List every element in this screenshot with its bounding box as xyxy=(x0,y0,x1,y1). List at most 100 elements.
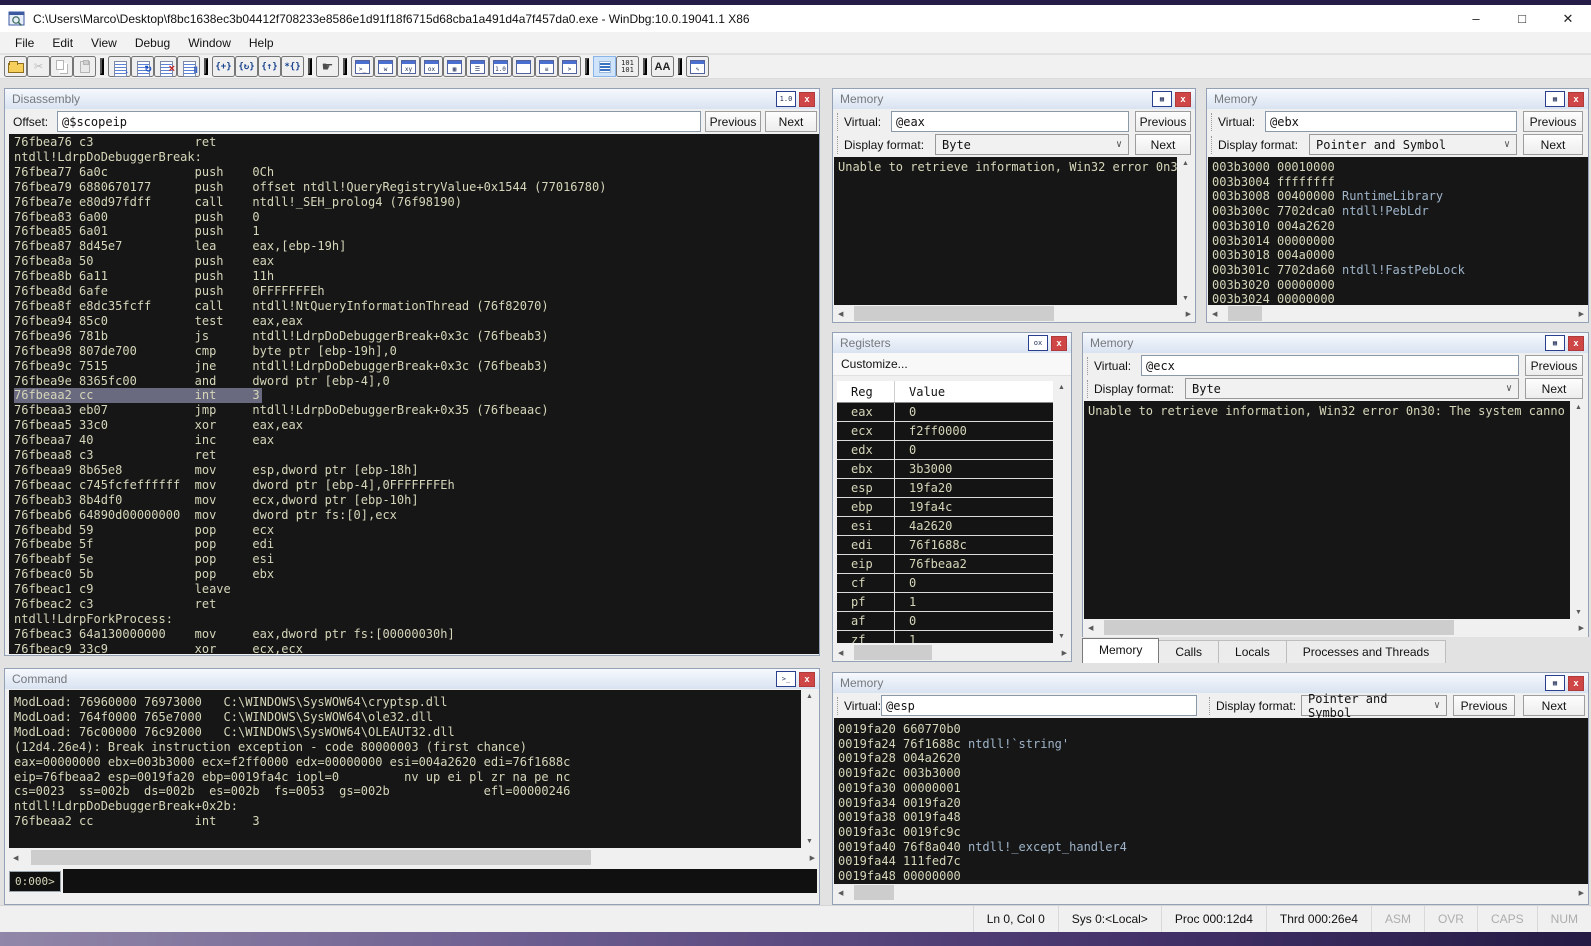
restart-icon[interactable]: ↻ xyxy=(131,56,154,77)
register-row[interactable]: pf1 xyxy=(837,593,1053,612)
memory-eax-next-button[interactable]: Next xyxy=(1135,134,1191,155)
memory-eax-format-select[interactable]: Byte∨ xyxy=(935,134,1129,155)
source-mode-on-icon[interactable] xyxy=(593,56,616,77)
disassembly-line[interactable]: 76fbea9c 7515 jne ntdll!LdrpDoDebuggerBr… xyxy=(14,359,551,374)
menu-item[interactable]: Window xyxy=(179,32,240,54)
disassembly-line[interactable]: 76fbeac3 64a130000000 mov eax,dword ptr … xyxy=(14,627,457,642)
disassembly-line[interactable]: 76fbea76 c3 ret xyxy=(14,135,218,150)
register-row[interactable]: af0 xyxy=(837,612,1053,631)
break-icon[interactable]: ‖ xyxy=(177,56,200,77)
register-row[interactable]: eip76fbeaa2 xyxy=(837,555,1053,574)
disassembly-line[interactable]: 76fbeabf 5e pop esi xyxy=(14,552,276,567)
separator[interactable] xyxy=(204,58,208,75)
dock-tab[interactable]: Processes and Threads xyxy=(1287,640,1447,663)
menu-item[interactable]: Edit xyxy=(43,32,82,54)
command-dock-icon[interactable]: >_ xyxy=(776,671,796,687)
close-button[interactable]: ✕ xyxy=(1545,5,1591,32)
disassembly-line[interactable]: 76fbeac1 c9 leave xyxy=(14,582,233,597)
memory-eax-hscrollbar[interactable]: ◀ ▶ xyxy=(834,305,1195,322)
paste-icon[interactable] xyxy=(73,56,96,77)
disassembly-line[interactable]: 76fbeaa7 40 inc eax xyxy=(14,433,276,448)
watch-window-icon[interactable]: w xyxy=(374,56,397,77)
separator[interactable] xyxy=(100,58,104,75)
registers-hscrollbar[interactable]: ◀ ▶ xyxy=(834,644,1071,661)
disassembly-dock-icon[interactable]: 1.0 xyxy=(776,91,796,107)
disassembly-line[interactable]: 76fbea94 85c0 test eax,eax xyxy=(14,314,305,329)
disassembly-line[interactable]: 76fbea87 8d45e7 lea eax,[ebp-19h] xyxy=(14,239,348,254)
disassembly-line[interactable]: 76fbeac9 33c9 xor ecx,ecx xyxy=(14,642,305,654)
memory-ebx-next-button[interactable]: Next xyxy=(1523,134,1583,155)
disassembly-line[interactable]: 76fbea79 6880670177 push offset ntdll!Qu… xyxy=(14,180,608,195)
memory-ecx-next-button[interactable]: Next xyxy=(1525,378,1583,399)
memory-eax-dock-icon[interactable]: ▦ xyxy=(1152,91,1172,107)
step-into-icon[interactable]: {+} xyxy=(212,56,235,77)
cut-icon[interactable]: ✂ xyxy=(27,56,50,77)
registers-vscrollbar[interactable]: ▲ ▼ xyxy=(1054,381,1069,643)
dock-tab[interactable]: Locals xyxy=(1219,640,1287,663)
disassembly-line[interactable]: 76fbea8b 6a11 push 11h xyxy=(14,269,276,284)
disassembly-line[interactable]: 76fbeaac c745fcfeffffff mov dword ptr [e… xyxy=(14,478,457,493)
run-to-cursor-icon[interactable]: *{} xyxy=(281,56,304,77)
memory-ebx-hscrollbar[interactable]: ◀ ▶ xyxy=(1208,305,1588,322)
go-icon[interactable]: ↓ xyxy=(108,56,131,77)
disassembly-line[interactable]: 76fbea96 781b js ntdll!LdrpDoDebuggerBre… xyxy=(14,329,551,344)
disassembly-line[interactable]: 76fbea8a 50 push eax xyxy=(14,254,276,269)
disassembly-line[interactable]: 76fbeabd 59 pop ecx xyxy=(14,523,276,538)
menu-item[interactable]: Help xyxy=(240,32,283,54)
register-row[interactable]: ecxf2ff0000 xyxy=(837,422,1053,441)
disassembly-line[interactable]: ntdll!LdrpDoDebuggerBreak: xyxy=(14,150,204,165)
disassembly-line[interactable]: 76fbeaa3 eb07 jmp ntdll!LdrpDoDebuggerBr… xyxy=(14,403,551,418)
memory-esp-next-button[interactable]: Next xyxy=(1523,695,1585,716)
memory-ecx-format-select[interactable]: Byte∨ xyxy=(1185,378,1519,399)
disassembly-line[interactable]: 76fbea77 6a0c push 0Ch xyxy=(14,165,276,180)
minimize-button[interactable]: – xyxy=(1453,5,1499,32)
memory-window-icon[interactable]: ▦ xyxy=(443,56,466,77)
disassembly-line[interactable]: 76fbeac0 5b pop ebx xyxy=(14,567,276,582)
command-hscrollbar[interactable]: ◀ ▶ xyxy=(9,849,819,866)
locals-window-icon[interactable]: xy xyxy=(397,56,420,77)
command-browser-icon[interactable]: > xyxy=(558,56,581,77)
memory-esp-format-select[interactable]: Pointer and Symbol∨ xyxy=(1301,695,1447,716)
font-icon[interactable]: AA xyxy=(651,56,674,77)
maximize-button[interactable]: □ xyxy=(1499,5,1545,32)
menu-item[interactable]: Debug xyxy=(126,32,179,54)
memory-eax-vscrollbar[interactable]: ▲ ▼ xyxy=(1177,157,1194,305)
disassembly-line[interactable]: 76fbeab6 64890d00000000 mov dword ptr fs… xyxy=(14,508,399,523)
breakpoint-hand-icon[interactable]: ☛ xyxy=(316,56,339,77)
memory-eax-virtual-input[interactable] xyxy=(891,111,1129,132)
command-close-icon[interactable]: x xyxy=(799,672,815,687)
separator[interactable] xyxy=(643,58,647,75)
memory-ebx-format-select[interactable]: Pointer and Symbol∨ xyxy=(1309,134,1517,155)
disassembly-line[interactable]: 76fbeab3 8b4df0 mov ecx,dword ptr [ebp-1… xyxy=(14,493,421,508)
options-icon[interactable]: ✎ xyxy=(686,56,709,77)
menu-item[interactable]: File xyxy=(6,32,43,54)
register-row[interactable]: esp19fa20 xyxy=(837,479,1053,498)
memory-eax-close-icon[interactable]: x xyxy=(1175,92,1191,107)
register-row[interactable]: cf0 xyxy=(837,574,1053,593)
register-row[interactable]: ebx3b3000 xyxy=(837,460,1053,479)
step-out-icon[interactable]: {↑} xyxy=(258,56,281,77)
disassembly-line[interactable]: 76fbeaa5 33c0 xor eax,eax xyxy=(14,418,305,433)
register-row[interactable]: zf1 xyxy=(837,631,1053,643)
disassembly-line[interactable]: 76fbea9e 8365fc00 and dword ptr [ebp-4],… xyxy=(14,374,392,389)
registers-window-icon[interactable]: ox xyxy=(420,56,443,77)
disassembly-line[interactable]: 76fbea8d 6afe push 0FFFFFFFEh xyxy=(14,284,327,299)
memory-ecx-dock-icon[interactable]: ▦ xyxy=(1545,335,1565,351)
dock-tab[interactable]: Calls xyxy=(1159,640,1219,663)
source-mode-off-icon[interactable]: 101 101 xyxy=(616,56,639,77)
registers-dock-icon[interactable]: ox xyxy=(1028,335,1048,351)
disassembly-line[interactable]: 76fbeac2 c3 ret xyxy=(14,597,218,612)
memory-ecx-vscrollbar[interactable]: ▲ ▼ xyxy=(1570,401,1587,619)
disassembly-next-button[interactable]: Next xyxy=(765,111,817,132)
disassembly-line[interactable]: 76fbea98 807de700 cmp byte ptr [ebp-19h]… xyxy=(14,344,399,359)
menu-item[interactable]: View xyxy=(82,32,126,54)
disassembly-line[interactable]: 76fbeabe 5f pop edi xyxy=(14,537,276,552)
disassembly-line[interactable]: 76fbea85 6a01 push 1 xyxy=(14,224,262,239)
offset-input[interactable] xyxy=(57,111,701,132)
disassembly-line[interactable]: 76fbeaa9 8b65e8 mov esp,dword ptr [ebp-1… xyxy=(14,463,421,478)
disassembly-line[interactable]: 76fbea8f e8dc35fcff call ntdll!NtQueryIn… xyxy=(14,299,551,314)
disassembly-line[interactable]: 76fbeaa2 cc int 3 xyxy=(14,388,262,403)
memory-esp-dock-icon[interactable]: ▦ xyxy=(1545,675,1565,691)
step-over-icon[interactable]: {↻} xyxy=(235,56,258,77)
command-window-icon[interactable]: >_ xyxy=(351,56,374,77)
